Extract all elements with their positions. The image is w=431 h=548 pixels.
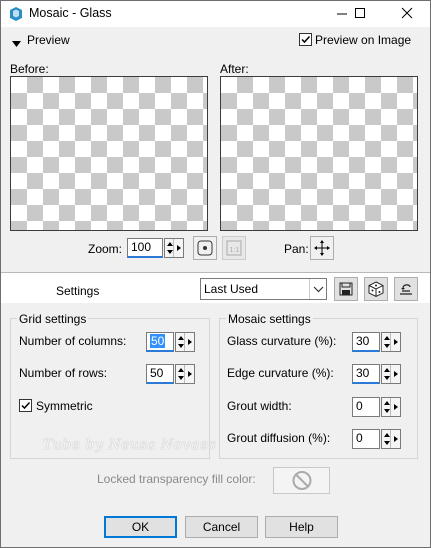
zoom-fit-button[interactable]: [193, 236, 217, 260]
collapse-triangle-icon[interactable]: [12, 36, 21, 50]
columns-input[interactable]: 50: [146, 332, 174, 352]
grout-width-input[interactable]: 0: [352, 397, 380, 417]
grout-diffusion-spinner[interactable]: [381, 429, 401, 449]
before-preview-canvas[interactable]: [10, 76, 208, 231]
window-title: Mosaic - Glass: [29, 6, 112, 20]
pan-label: Pan:: [284, 242, 309, 256]
cancel-button[interactable]: Cancel: [185, 516, 258, 538]
after-preview-canvas[interactable]: [220, 76, 418, 231]
columns-spinner[interactable]: [175, 332, 195, 352]
chevron-down-icon: [309, 279, 326, 299]
ok-button[interactable]: OK: [104, 516, 177, 538]
edge-curvature-spinner[interactable]: [381, 364, 401, 384]
watermark-text: Tube by Neusa Novaes: [43, 437, 217, 453]
edge-curvature-input[interactable]: 30: [352, 364, 380, 384]
close-button[interactable]: [389, 1, 425, 27]
symmetric-checkbox[interactable]: [19, 399, 32, 412]
symmetric-label: Symmetric: [36, 399, 93, 413]
dialog-window: Mosaic - Glass Preview Preview on Image …: [0, 0, 431, 548]
maximize-button[interactable]: [342, 1, 378, 27]
no-color-icon: [292, 471, 312, 490]
zoom-spinner[interactable]: [164, 238, 184, 258]
grout-diffusion-label: Grout diffusion (%):: [227, 431, 331, 445]
preview-bar: Preview Preview on Image: [1, 27, 430, 53]
rows-label: Number of rows:: [19, 366, 108, 380]
pan-button[interactable]: [310, 236, 334, 260]
zoom-input[interactable]: 100: [127, 238, 163, 258]
rows-spinner[interactable]: [175, 364, 195, 384]
before-label: Before:: [10, 62, 49, 76]
preview-on-image-label: Preview on Image: [315, 33, 412, 47]
grid-settings-title: Grid settings: [17, 312, 89, 326]
glass-curvature-input[interactable]: 30: [352, 332, 380, 352]
locked-transparency-label: Locked transparency fill color:: [97, 472, 256, 486]
columns-value: 50: [150, 334, 166, 348]
zoom-label: Zoom:: [88, 242, 123, 256]
randomize-button[interactable]: [364, 277, 388, 301]
preview-on-image-checkbox[interactable]: [299, 33, 312, 46]
edge-curvature-label: Edge curvature (%):: [227, 366, 334, 380]
columns-label: Number of columns:: [19, 334, 127, 348]
reset-button[interactable]: [394, 277, 418, 301]
grout-diffusion-input[interactable]: 0: [352, 429, 380, 449]
after-label: After:: [220, 62, 249, 76]
preview-toggle-label[interactable]: Preview: [27, 33, 70, 47]
help-button[interactable]: Help: [265, 516, 338, 538]
title-bar: Mosaic - Glass: [1, 1, 430, 27]
locked-fill-color-swatch[interactable]: [273, 467, 330, 494]
preset-select[interactable]: Last Used: [200, 278, 327, 300]
mosaic-settings-title: Mosaic settings: [226, 312, 313, 326]
grout-width-spinner[interactable]: [381, 397, 401, 417]
rows-input[interactable]: 50: [146, 364, 174, 384]
app-icon: [8, 6, 24, 22]
grout-width-label: Grout width:: [227, 399, 292, 413]
zoom-actual-size-button[interactable]: 1:1: [222, 236, 246, 260]
save-preset-button[interactable]: [334, 277, 358, 301]
preset-select-value: Last Used: [204, 282, 259, 296]
svg-text:1:1: 1:1: [230, 247, 240, 254]
settings-label: Settings: [56, 284, 100, 298]
glass-curvature-spinner[interactable]: [381, 332, 401, 352]
glass-curvature-label: Glass curvature (%):: [227, 334, 337, 348]
